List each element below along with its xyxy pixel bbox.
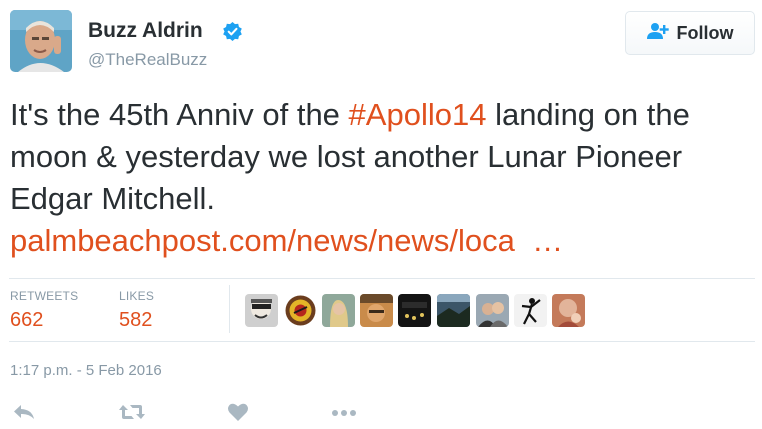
likes-label[interactable]: LIKES [119,289,154,303]
more-icon[interactable] [331,402,357,427]
liker-avatar-1[interactable] [245,294,278,327]
liker-avatar-5[interactable] [398,294,431,327]
liker-avatar-6[interactable] [437,294,470,327]
retweets-label[interactable]: RETWEETS [10,289,78,303]
display-name[interactable]: Buzz Aldrin [88,18,203,44]
retweets-count[interactable]: 662 [10,309,43,332]
likes-count[interactable]: 582 [119,309,152,332]
url-link[interactable]: palmbeachpost.com/news/news/loca … [10,223,563,258]
divider [9,278,755,279]
verified-badge-icon [223,22,242,41]
divider [9,341,755,342]
like-icon[interactable] [227,402,249,427]
liker-avatar-4[interactable] [360,294,393,327]
follow-button[interactable]: Follow [625,11,755,55]
liker-avatar-7[interactable] [476,294,509,327]
stats-divider [229,285,230,333]
reply-icon[interactable] [12,402,36,427]
add-user-icon [646,22,669,45]
liker-avatar-3[interactable] [322,294,355,327]
tweet-text: It's the 45th Anniv of the #Apollo14 lan… [10,94,750,262]
liker-avatar-2[interactable] [284,294,317,327]
liker-avatar-9[interactable] [552,294,585,327]
tweet-text-part: It's the 45th Anniv of the [10,97,349,132]
user-handle[interactable]: @TheRealBuzz [88,50,207,70]
tweet-timestamp[interactable]: 1:17 p.m. - 5 Feb 2016 [10,362,162,379]
hashtag-link[interactable]: #Apollo14 [349,97,487,132]
liker-avatar-8[interactable] [514,294,547,327]
avatar[interactable] [10,10,72,72]
retweet-icon[interactable] [118,402,146,427]
follow-button-label: Follow [676,22,734,43]
